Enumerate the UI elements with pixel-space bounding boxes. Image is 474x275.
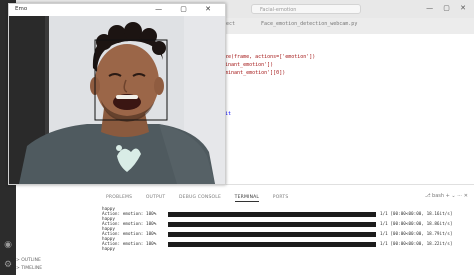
window-controls[interactable]: — ▢ ✕ bbox=[426, 4, 470, 12]
tab-problems[interactable]: PROBLEMS bbox=[106, 195, 132, 200]
code-line: ominant_emotion'][0]) bbox=[222, 70, 286, 76]
webcam-feed bbox=[9, 16, 225, 184]
camera-window[interactable]: Emo — ▢ ✕ bbox=[8, 3, 226, 185]
settings-gear-icon[interactable]: ⚙ bbox=[3, 260, 13, 270]
bottom-panel: PROBLEMS OUTPUT DEBUG CONSOLE TERMINAL P… bbox=[16, 184, 474, 275]
outline-section[interactable]: > OUTLINE bbox=[16, 258, 42, 263]
progress-stats: 1/1 [00:00<00:00, 18.79it/s] bbox=[380, 232, 453, 237]
sidebar-sections: > OUTLINE > TIMELINE bbox=[16, 258, 42, 271]
progress-bar bbox=[168, 212, 376, 217]
editor-tab-file[interactable]: Face_emotion_detection_webcam.py bbox=[261, 21, 357, 27]
tab-debug-console[interactable]: DEBUG CONSOLE bbox=[179, 195, 221, 200]
panel-tabs: PROBLEMS OUTPUT DEBUG CONSOLE TERMINAL P… bbox=[106, 195, 300, 202]
progress-bar bbox=[168, 232, 376, 237]
tab-ports[interactable]: PORTS bbox=[273, 195, 289, 200]
webcam-frame-image bbox=[9, 16, 225, 184]
camera-window-controls[interactable]: — ▢ ✕ bbox=[155, 5, 219, 13]
camera-title-bar[interactable]: Emo — ▢ ✕ bbox=[9, 4, 225, 16]
tab-terminal[interactable]: TERMINAL bbox=[234, 195, 260, 202]
code-line: minant_emotion']) bbox=[222, 62, 274, 68]
panel-actions[interactable]: ⎇ bash + ⌄ ⋯ ✕ bbox=[425, 193, 468, 199]
progress-stats: 1/1 [00:00<00:00, 18.16it/s] bbox=[380, 212, 453, 217]
code-line: yze(frame, actions=['emotion']) bbox=[222, 54, 316, 60]
progress-stats: 1/1 [00:00<00:00, 18.86it/s] bbox=[380, 222, 453, 227]
progress-bar bbox=[168, 222, 376, 227]
camera-window-title: Emo bbox=[15, 6, 28, 12]
progress-stats: 1/1 [00:00<00:00, 18.22it/s] bbox=[380, 242, 453, 247]
terminal-emotion-label: happy bbox=[102, 247, 115, 252]
timeline-section[interactable]: > TIMELINE bbox=[16, 266, 42, 271]
command-center-search[interactable]: Facial-emotion bbox=[251, 4, 361, 14]
editor-tab-ect[interactable]: ect bbox=[226, 21, 235, 27]
tab-output[interactable]: OUTPUT bbox=[146, 195, 166, 200]
account-icon[interactable]: ◉ bbox=[3, 240, 13, 250]
progress-bar bbox=[168, 242, 376, 247]
